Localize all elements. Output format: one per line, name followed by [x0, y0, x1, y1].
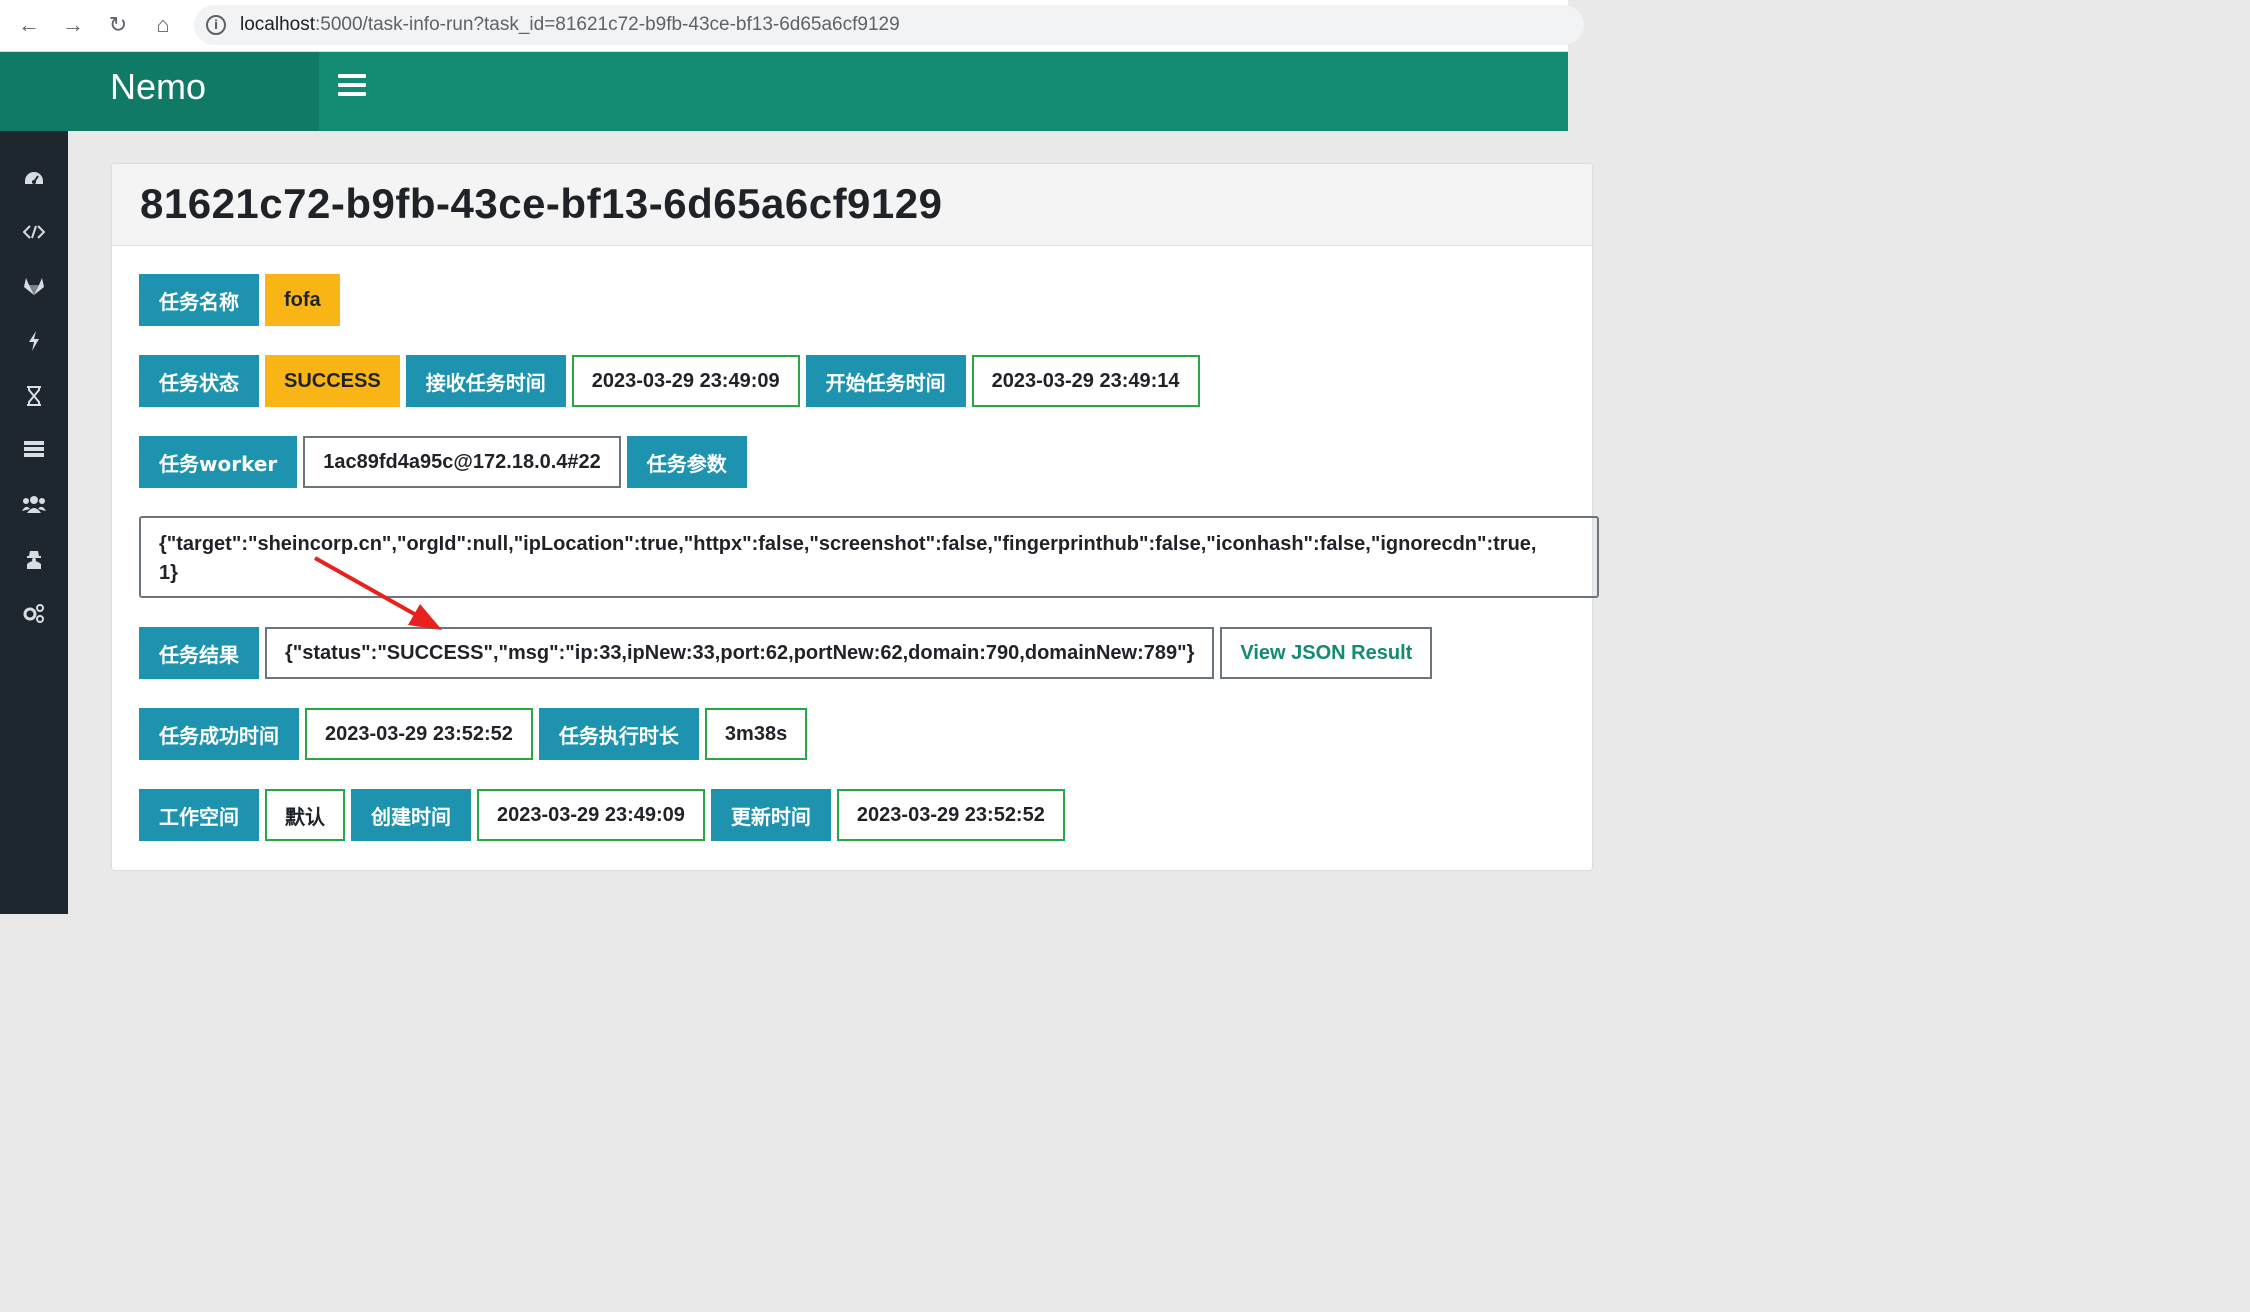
task-name-row: 任务名称 fofa: [139, 274, 346, 326]
task-worker-row: 任务worker 1ac89fd4a95c@172.18.0.4#22 任务参数: [139, 436, 753, 488]
created-time-value: 2023-03-29 23:49:09: [477, 789, 705, 841]
gitlab-icon[interactable]: [22, 274, 46, 298]
task-result-value: {"status":"SUCCESS","msg":"ip:33,ipNew:3…: [265, 627, 1215, 679]
brand-area: Nemo: [0, 52, 319, 131]
duration-value: 3m38s: [704, 708, 808, 760]
received-time-label: 接收任务时间: [405, 355, 566, 407]
task-worker-value: 1ac89fd4a95c@172.18.0.4#22: [303, 436, 621, 488]
browser-toolbar: ← → ↻ ⌂ i localhost:5000/task-info-run?t…: [0, 0, 1584, 52]
menu-toggle-icon[interactable]: [338, 74, 366, 102]
cogs-icon[interactable]: [22, 601, 46, 625]
task-result-row: 任务结果 {"status":"SUCCESS","msg":"ip:33,ip…: [139, 627, 1433, 679]
card-header: 81621c72-b9fb-43ce-bf13-6d65a6cf9129: [112, 164, 1592, 246]
hourglass-icon[interactable]: [22, 384, 46, 408]
url-text[interactable]: localhost:5000/task-info-run?task_id=816…: [240, 14, 900, 36]
users-icon[interactable]: [22, 492, 46, 516]
dashboard-icon[interactable]: [22, 167, 46, 191]
started-time-value: 2023-03-29 23:49:14: [971, 355, 1200, 407]
task-workspace-row: 工作空间 默认 创建时间 2023-03-29 23:49:09 更新时间 20…: [139, 789, 1071, 841]
success-time-label: 任务成功时间: [139, 708, 299, 760]
duration-label: 任务执行时长: [538, 708, 699, 760]
code-icon[interactable]: [22, 220, 46, 244]
sidebar: [0, 131, 68, 914]
updated-time-label: 更新时间: [710, 789, 831, 841]
created-time-label: 创建时间: [351, 789, 471, 841]
started-time-label: 开始任务时间: [805, 355, 966, 407]
home-icon[interactable]: ⌂: [148, 10, 178, 40]
workspace-value: 默认: [265, 789, 345, 841]
task-name-badge: fofa: [265, 274, 340, 326]
task-worker-label: 任务worker: [139, 436, 298, 488]
task-status-label: 任务状态: [139, 355, 259, 407]
url-host: localhost: [240, 14, 315, 35]
view-json-result-button[interactable]: View JSON Result: [1220, 627, 1433, 679]
brand-logo-text[interactable]: Nemo: [110, 66, 206, 108]
page-title: 81621c72-b9fb-43ce-bf13-6d65a6cf9129: [140, 180, 943, 227]
task-success-row: 任务成功时间 2023-03-29 23:52:52 任务执行时长 3m38s: [139, 708, 813, 760]
workspace-label: 工作空间: [139, 789, 259, 841]
updated-time-value: 2023-03-29 23:52:52: [836, 789, 1065, 841]
task-params-box[interactable]: {"target":"sheincorp.cn","orgId":null,"i…: [139, 516, 1599, 598]
back-icon[interactable]: ←: [14, 10, 44, 40]
task-params-label: 任务参数: [626, 436, 747, 488]
task-status-badge: SUCCESS: [265, 355, 400, 407]
task-result-label: 任务结果: [139, 627, 259, 679]
task-params-line-1: {"target":"sheincorp.cn","orgId":null,"i…: [159, 533, 1537, 555]
received-time-value: 2023-03-29 23:49:09: [571, 355, 800, 407]
task-status-row: 任务状态 SUCCESS 接收任务时间 2023-03-29 23:49:09 …: [139, 355, 1206, 407]
server-icon[interactable]: [22, 437, 46, 461]
address-bar[interactable]: i localhost:5000/task-info-run?task_id=8…: [194, 5, 1584, 45]
reload-icon[interactable]: ↻: [103, 10, 133, 40]
bolt-icon[interactable]: [22, 329, 46, 353]
app-header: Nemo: [0, 52, 1568, 131]
forward-icon[interactable]: →: [58, 10, 88, 40]
user-secret-icon[interactable]: [22, 547, 46, 571]
site-info-icon[interactable]: i: [206, 15, 226, 35]
url-path: :5000/task-info-run?task_id=81621c72-b9f…: [315, 14, 900, 35]
success-time-value: 2023-03-29 23:52:52: [305, 708, 533, 760]
task-params-line-2: 1}: [159, 562, 178, 584]
task-name-label: 任务名称: [139, 274, 259, 326]
